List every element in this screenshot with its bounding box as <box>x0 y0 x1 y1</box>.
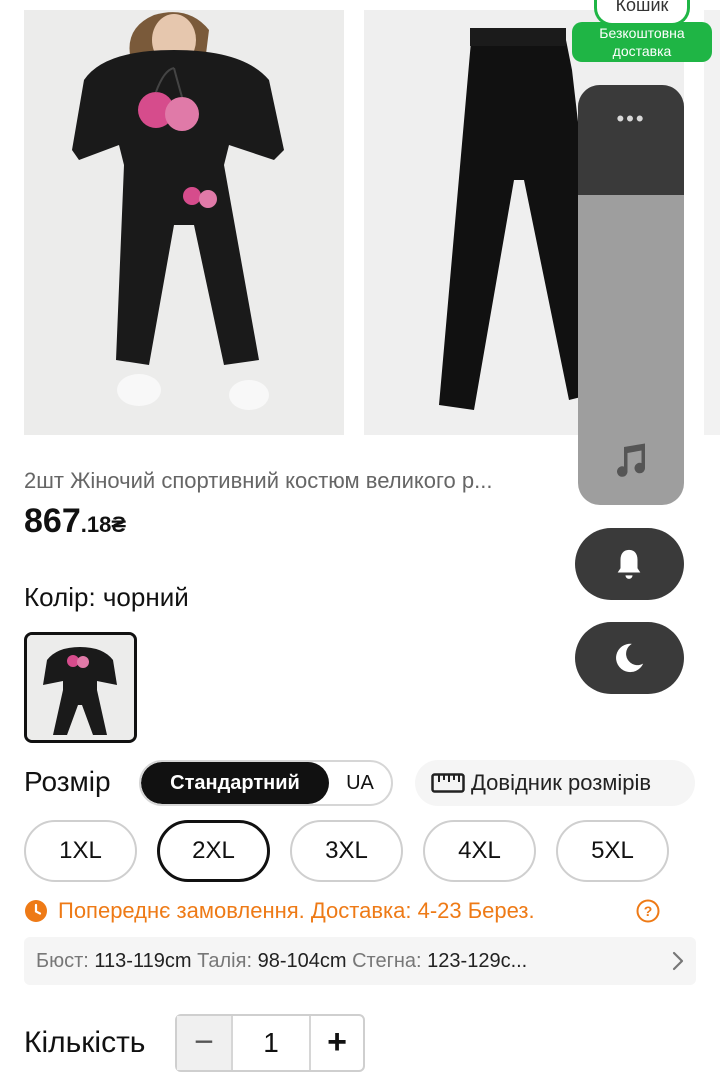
measurements-text: Бюст: 113-119cm Талія: 98-104cm Стегна: … <box>36 937 648 985</box>
clock-icon <box>25 900 47 922</box>
volume-panel[interactable]: ••• <box>578 85 684 505</box>
size-system-ua[interactable]: UA <box>329 762 391 804</box>
size-option-5xl[interactable]: 5XL <box>556 820 669 882</box>
preorder-text: Попереднє замовлення. Доставка: 4-23 Бер… <box>58 898 535 923</box>
product-price: 867.18₴ <box>24 502 126 541</box>
quantity-value[interactable]: 1 <box>233 1016 309 1070</box>
size-system-toggle[interactable]: Стандартний UA <box>139 760 393 806</box>
more-options-icon[interactable]: ••• <box>578 108 684 130</box>
bust-value: 113-119cm <box>94 950 192 972</box>
product-photo-next[interactable] <box>704 10 720 435</box>
quantity-label: Кількість <box>24 1026 146 1059</box>
bust-key: Бюст: <box>36 950 89 972</box>
ruler-icon <box>431 773 465 793</box>
size-option-1xl[interactable]: 1XL <box>24 820 137 882</box>
size-guide-button[interactable]: Довідник розмірів <box>415 760 695 806</box>
preorder-notice: Попереднє замовлення. Доставка: 4-23 Бер… <box>24 896 684 926</box>
product-title[interactable]: 2шт Жіночий спортивний костюм великого р… <box>24 468 684 494</box>
hips-value: 123-129c... <box>427 950 528 972</box>
quantity-increase-button[interactable]: + <box>309 1016 363 1070</box>
svg-text:?: ? <box>644 903 653 919</box>
size-option-2xl[interactable]: 2XL <box>157 820 270 882</box>
color-swatch-black[interactable] <box>24 632 137 743</box>
size-guide-label: Довідник розмірів <box>471 770 652 795</box>
product-photo-model[interactable] <box>24 10 344 435</box>
bell-icon <box>617 549 641 579</box>
quantity-stepper[interactable]: − 1 + <box>175 1014 365 1072</box>
size-label: Розмір <box>24 766 111 797</box>
help-icon[interactable]: ? <box>636 899 660 923</box>
size-system-standard[interactable]: Стандартний <box>141 762 329 804</box>
volume-panel-top <box>578 85 684 195</box>
measurements-bar[interactable]: Бюст: 113-119cm Талія: 98-104cm Стегна: … <box>24 937 696 985</box>
cart-badge[interactable]: Безкоштовна доставка Кошик <box>572 0 712 62</box>
free-shipping-badge: Безкоштовна доставка <box>572 22 712 62</box>
waist-key: Талія: <box>197 950 253 972</box>
price-main: 867 <box>24 502 81 540</box>
moon-icon <box>616 643 644 673</box>
cart-label[interactable]: Кошик <box>594 0 690 26</box>
quantity-decrease-button[interactable]: − <box>177 1016 233 1070</box>
chevron-right-icon[interactable] <box>668 951 688 971</box>
price-cents: .18₴ <box>80 512 126 537</box>
size-option-4xl[interactable]: 4XL <box>423 820 536 882</box>
color-label: Колір: чорний <box>24 582 189 612</box>
dark-mode-toggle[interactable] <box>575 622 684 694</box>
notification-toggle[interactable] <box>575 528 684 600</box>
hips-key: Стегна: <box>352 950 422 972</box>
waist-value: 98-104cm <box>257 950 347 972</box>
size-option-3xl[interactable]: 3XL <box>290 820 403 882</box>
model-tracksuit-image <box>24 10 344 435</box>
color-swatch-image <box>27 635 134 740</box>
